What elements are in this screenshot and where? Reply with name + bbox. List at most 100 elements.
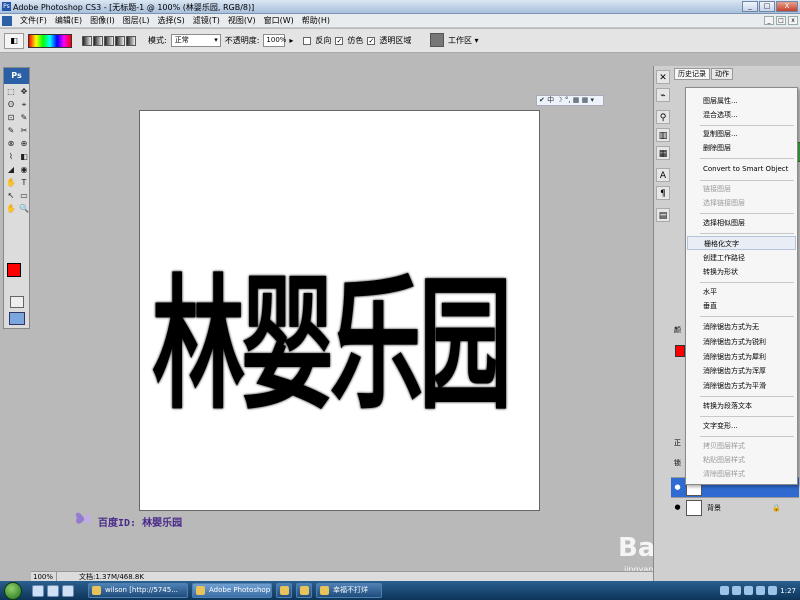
layer-row-background[interactable]: ● 背景 🔒 (671, 497, 799, 517)
blur-tool-icon[interactable]: ◢ (5, 164, 17, 176)
menu-help[interactable]: 帮助(H) (298, 15, 334, 26)
foreground-color-swatch[interactable] (7, 263, 21, 277)
menu-filter[interactable]: 滤镜(T) (189, 15, 224, 26)
document-canvas[interactable]: 林婴乐园 (139, 110, 540, 511)
close-button[interactable]: X (776, 1, 798, 12)
ime-toolbar[interactable]: ✔ 中 ☽ °, ▦ ▦ ▾ (536, 95, 604, 106)
workspace-switcher[interactable]: 工作区 ▾ (430, 33, 479, 47)
taskbar-item-browser[interactable]: wilson [http://5745... (88, 583, 188, 598)
eye-icon[interactable]: ● (673, 483, 682, 492)
mode-select[interactable]: 正常 (170, 34, 221, 47)
ps-menu-icon[interactable] (2, 15, 12, 26)
menu-window[interactable]: 窗口(W) (260, 15, 298, 26)
linear-gradient-button[interactable] (82, 35, 92, 46)
menu-layer[interactable]: 图层(L) (119, 15, 154, 26)
menu-item-duplicate-layer[interactable]: 复制图层... (687, 127, 796, 141)
menu-item-vertical[interactable]: 垂直 (687, 299, 796, 313)
quick-mask-mode-button[interactable] (10, 296, 24, 308)
menu-item-horizontal[interactable]: 水平 (687, 285, 796, 299)
clone-stamp-tool-icon[interactable]: ⊗ (5, 138, 17, 150)
eraser-tool-icon[interactable]: ⌇ (5, 151, 17, 163)
radial-gradient-button[interactable] (93, 35, 103, 46)
reverse-checkbox[interactable] (303, 36, 312, 45)
doc-restore-button[interactable]: □ (776, 16, 786, 25)
menu-item-create-work-path[interactable]: 创建工作路径 (687, 251, 796, 265)
move-tool-icon[interactable]: ✥ (18, 86, 30, 98)
reflected-gradient-button[interactable] (115, 35, 125, 46)
menu-edit[interactable]: 编辑(E) (51, 15, 86, 26)
menu-item-antialias-smooth[interactable]: 消除锯齿方式为平滑 (687, 379, 796, 393)
doc-minimize-button[interactable]: _ (764, 16, 774, 25)
slice-tool-icon[interactable]: ✎ (18, 112, 30, 124)
doc-close-button[interactable]: x (788, 16, 798, 25)
menu-item-layer-properties[interactable]: 图层属性... (687, 94, 796, 108)
menu-item-blending-options[interactable]: 混合选项... (687, 108, 796, 122)
tray-icon[interactable] (732, 586, 742, 595)
color-panel-swatch[interactable] (675, 345, 685, 357)
opacity-input[interactable]: 100% (263, 34, 286, 47)
taskbar-item-small[interactable] (296, 583, 312, 598)
opacity-dropdown-arrow[interactable]: ▸ (289, 36, 293, 45)
crop-tool-icon[interactable]: ⊡ (5, 112, 17, 124)
angle-gradient-button[interactable] (104, 35, 114, 46)
menu-item-rasterize-type[interactable]: 栅格化文字 (687, 236, 796, 250)
marquee-tool-icon[interactable]: ⬚ (5, 86, 17, 98)
tool-preset-picker[interactable]: ◧ (4, 32, 24, 49)
menu-item-convert-smart-object[interactable]: Convert to Smart Object (687, 162, 796, 176)
clone-source-panel-icon[interactable]: ▦ (656, 146, 670, 160)
tray-icon[interactable] (756, 586, 766, 595)
tab-history[interactable]: 历史记录 (674, 68, 710, 80)
history-panel-icon[interactable]: ⌁ (656, 88, 670, 102)
tray-icon[interactable] (744, 586, 754, 595)
tray-icon[interactable] (768, 586, 778, 595)
navigator-panel-icon[interactable]: ✕ (656, 70, 670, 84)
menu-item-antialias-strong[interactable]: 消除锯齿方式为浑厚 (687, 364, 796, 378)
menu-view[interactable]: 视图(V) (224, 15, 260, 26)
quick-launch-icon[interactable] (47, 584, 59, 597)
taskbar-item-small[interactable] (276, 583, 292, 598)
paragraph-panel-icon[interactable]: ¶ (656, 186, 670, 200)
eye-icon[interactable]: ● (673, 503, 682, 512)
layer-comps-panel-icon[interactable]: ▤ (656, 208, 670, 222)
menu-item-warp-text[interactable]: 文字变形... (687, 419, 796, 433)
healing-brush-tool-icon[interactable]: ✎ (5, 125, 17, 137)
quick-launch-icon[interactable] (32, 584, 44, 597)
clock[interactable]: 1:27 (780, 587, 796, 595)
menu-image[interactable]: 图像(I) (86, 15, 119, 26)
minimize-button[interactable]: _ (742, 1, 758, 12)
rectangle-tool-icon[interactable]: ▭ (18, 190, 30, 202)
pen-tool-icon[interactable]: ✋ (5, 177, 17, 189)
lasso-tool-icon[interactable]: ʘ (5, 99, 17, 111)
history-brush-tool-icon[interactable]: ⊕ (18, 138, 30, 150)
menu-item-convert-to-shape[interactable]: 转换为形状 (687, 265, 796, 279)
zoom-tool-icon[interactable]: 🔍 (18, 203, 30, 215)
type-tool-icon[interactable]: T (18, 177, 30, 189)
menu-item-delete-layer[interactable]: 删除图层 (687, 141, 796, 155)
hand-tool-icon[interactable]: ✋ (5, 203, 17, 215)
diamond-gradient-button[interactable] (126, 35, 136, 46)
menu-item-antialias-none[interactable]: 消除锯齿方式为无 (687, 320, 796, 334)
gradient-tool-icon[interactable]: ◧ (18, 151, 30, 163)
brushes-panel-icon[interactable]: ⚲ (656, 110, 670, 124)
tool-presets-panel-icon[interactable]: ▥ (656, 128, 670, 142)
menu-select[interactable]: 选择(S) (153, 15, 188, 26)
character-panel-icon[interactable]: A (656, 168, 670, 182)
maximize-button[interactable]: □ (759, 1, 775, 12)
menu-item-convert-paragraph-text[interactable]: 转换为段落文本 (687, 399, 796, 413)
screen-mode-button[interactable] (9, 312, 25, 325)
start-button[interactable] (4, 581, 22, 600)
path-selection-tool-icon[interactable]: ↖ (5, 190, 17, 202)
quick-launch-icon[interactable] (62, 584, 74, 597)
menu-item-antialias-sharp[interactable]: 消除锯齿方式为锐利 (687, 335, 796, 349)
dodge-tool-icon[interactable]: ◉ (18, 164, 30, 176)
taskbar-item-music[interactable]: 幸福不打烊 (316, 583, 382, 598)
canvas-text-layer[interactable]: 林婴乐园 (152, 167, 532, 539)
menu-file[interactable]: 文件(F) (16, 15, 51, 26)
magic-wand-tool-icon[interactable]: ⌖ (18, 99, 30, 111)
tab-actions[interactable]: 动作 (711, 68, 733, 80)
dither-checkbox[interactable]: ✓ (335, 36, 344, 45)
gradient-picker[interactable] (28, 33, 72, 48)
taskbar-item-photoshop[interactable]: Adobe Photoshop ... (192, 583, 272, 598)
brush-tool-icon[interactable]: ✂ (18, 125, 30, 137)
menu-item-select-similar-layers[interactable]: 选择相似图层 (687, 216, 796, 230)
